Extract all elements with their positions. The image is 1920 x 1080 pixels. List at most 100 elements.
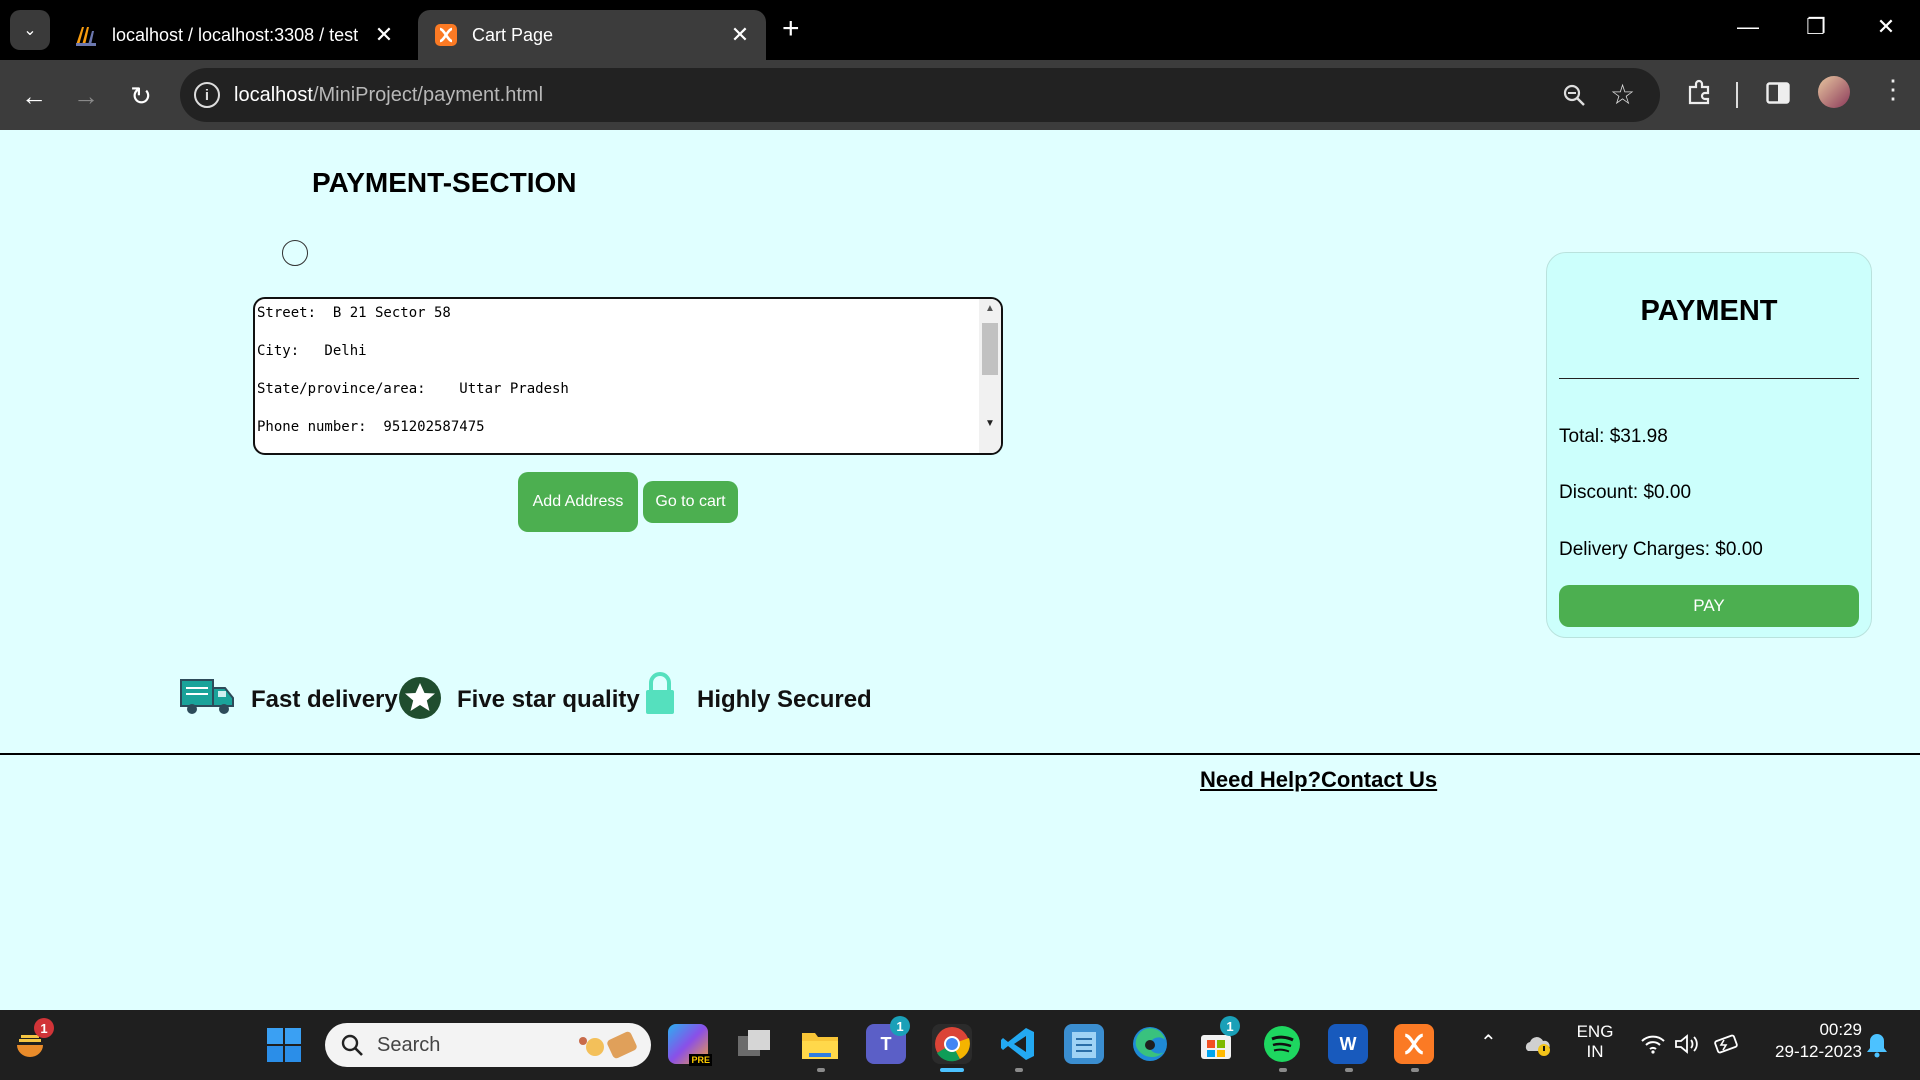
textarea-scrollbar[interactable]: ▲ ▼	[979, 299, 1001, 453]
close-tab-icon[interactable]: ✕	[374, 22, 394, 48]
scrollbar-thumb[interactable]	[982, 323, 998, 375]
highly-secured-label: Highly Secured	[697, 686, 872, 713]
go-to-cart-button[interactable]: Go to cart	[643, 481, 738, 523]
side-panel-icon[interactable]	[1766, 82, 1790, 104]
discount-amount: Discount: $0.00	[1559, 482, 1692, 503]
windows-start-icon[interactable]	[266, 1027, 302, 1063]
pre-tag-icon: PRE	[689, 1054, 712, 1066]
profile-avatar[interactable]	[1818, 76, 1850, 108]
url-path: /MiniProject/payment.html	[312, 83, 544, 106]
running-indicator	[1411, 1068, 1419, 1072]
chevron-down-icon: ⌄	[23, 22, 37, 39]
clock[interactable]: 00:29 29-12-2023	[1752, 1020, 1862, 1062]
delivery-truck-icon	[180, 679, 234, 714]
task-view-glyph-icon	[738, 1030, 770, 1056]
xampp-taskbar-icon[interactable]	[1394, 1024, 1434, 1064]
address-textarea[interactable]: Street: B 21 Sector 58 City: Delhi State…	[253, 297, 1003, 455]
battery-charging-icon[interactable]	[1712, 1034, 1740, 1054]
zoom-icon[interactable]	[1562, 83, 1586, 107]
notification-bell-icon[interactable]	[1866, 1032, 1888, 1058]
new-tab-plus-icon[interactable]: +	[782, 14, 800, 44]
copilot-icon[interactable]: PRE	[668, 1024, 712, 1066]
store-badge: 1	[1220, 1016, 1240, 1036]
scroll-down-icon[interactable]: ▼	[979, 418, 1001, 429]
page-title: PAYMENT-SECTION	[312, 167, 577, 198]
running-indicator	[1279, 1068, 1287, 1072]
kebab-menu-icon[interactable]: ⋮	[1880, 74, 1906, 105]
xampp-logo-icon	[1404, 1033, 1424, 1055]
site-info-icon[interactable]: i	[194, 82, 220, 108]
lock-icon	[646, 672, 674, 714]
region-code: IN	[1586, 1042, 1604, 1061]
payment-card-title: PAYMENT	[1640, 295, 1778, 327]
minimize-icon[interactable]: —	[1728, 14, 1768, 40]
url-host: localhost	[234, 83, 313, 106]
microsoft-store-icon[interactable]: 1	[1196, 1016, 1240, 1064]
url-text[interactable]: localhost/MiniProject/payment.html	[234, 84, 543, 107]
footer-divider	[0, 753, 1920, 755]
restore-icon[interactable]: ❐	[1796, 14, 1836, 40]
tray-chevron-up-icon[interactable]: ⌃	[1480, 1030, 1497, 1055]
xampp-icon	[435, 24, 457, 46]
browser-tab-strip: ⌄ localhost / localhost:3308 / test ✕ Ca…	[0, 0, 1920, 60]
onedrive-warning-icon[interactable]	[1524, 1033, 1552, 1057]
address-bar[interactable]: i localhost/MiniProject/payment.html ☆	[180, 68, 1660, 122]
five-star-quality-label: Five star quality	[457, 686, 640, 713]
payment-page: PAYMENT-SECTION Street: B 21 Sector 58 C…	[0, 130, 1920, 1010]
widgets-icon[interactable]: 1	[10, 1018, 54, 1064]
folder-icon	[802, 1033, 838, 1059]
scroll-up-icon[interactable]: ▲	[979, 303, 1001, 314]
tab-phpmyadmin[interactable]: localhost / localhost:3308 / test ✕	[58, 10, 410, 60]
clock-time: 00:29	[1819, 1020, 1862, 1039]
spotify-icon[interactable]	[1262, 1024, 1302, 1064]
add-address-button[interactable]: Add Address	[518, 472, 638, 532]
contact-us-link[interactable]: Need Help?Contact Us	[1200, 767, 1437, 793]
clock-date: 29-12-2023	[1775, 1042, 1862, 1061]
search-highlight-icon	[579, 1031, 637, 1059]
tab-cart-page[interactable]: Cart Page ✕	[418, 10, 766, 60]
payment-summary-card: PAYMENT Total: $31.98 Discount: $0.00 De…	[1546, 252, 1872, 638]
language-indicator[interactable]: ENG IN	[1570, 1022, 1620, 1062]
back-arrow-icon[interactable]: ←	[14, 76, 54, 116]
windows-taskbar: 1 Search PRE T 1 1 W ⌃ ENG IN 00:29 29-1…	[0, 1010, 1920, 1080]
total-amount: Total: $31.98	[1559, 426, 1668, 447]
teams-icon[interactable]: T 1	[866, 1016, 910, 1064]
running-indicator	[1015, 1068, 1023, 1072]
tab-title: localhost / localhost:3308 / test	[112, 24, 359, 45]
spotify-logo-icon	[1264, 1026, 1300, 1062]
reload-icon[interactable]: ↻	[121, 76, 161, 116]
running-indicator	[1345, 1068, 1353, 1072]
pay-button[interactable]: PAY	[1559, 585, 1859, 627]
fast-delivery-label: Fast delivery	[251, 686, 398, 713]
close-tab-icon[interactable]: ✕	[730, 22, 750, 48]
vscode-logo-icon	[1001, 1028, 1034, 1060]
vscode-icon[interactable]	[998, 1024, 1038, 1064]
taskbar-search[interactable]: Search	[325, 1023, 651, 1067]
payment-card-divider	[1559, 378, 1859, 379]
notepad-icon[interactable]	[1064, 1024, 1104, 1064]
forward-arrow-icon[interactable]: →	[66, 76, 106, 116]
wifi-icon[interactable]	[1640, 1034, 1666, 1054]
teams-badge: 1	[890, 1016, 910, 1036]
edge-logo-icon	[1133, 1027, 1167, 1061]
address-street: Street: B 21 Sector 58	[257, 305, 451, 321]
window-close-icon[interactable]: ✕	[1866, 14, 1906, 40]
address-state: State/province/area: Uttar Pradesh	[257, 381, 569, 397]
edge-icon[interactable]	[1130, 1024, 1170, 1064]
chrome-icon[interactable]	[932, 1024, 972, 1064]
volume-icon[interactable]	[1674, 1034, 1700, 1054]
extensions-puzzle-icon[interactable]	[1686, 79, 1712, 105]
word-icon[interactable]: W	[1328, 1024, 1368, 1064]
task-view-icon[interactable]	[734, 1024, 774, 1064]
active-indicator	[940, 1068, 964, 1072]
browser-toolbar: ← → ↻ i localhost/MiniProject/payment.ht…	[0, 60, 1920, 130]
address-radio-button[interactable]	[282, 240, 308, 266]
toolbar-divider	[1736, 82, 1738, 108]
notepad-glyph-icon	[1072, 1032, 1096, 1058]
file-explorer-icon[interactable]	[800, 1024, 840, 1064]
phpmyadmin-icon	[76, 27, 96, 46]
tab-search-button[interactable]: ⌄	[10, 10, 50, 50]
language-code: ENG	[1576, 1022, 1614, 1041]
running-indicator	[817, 1068, 825, 1072]
bookmark-star-icon[interactable]: ☆	[1610, 78, 1635, 111]
